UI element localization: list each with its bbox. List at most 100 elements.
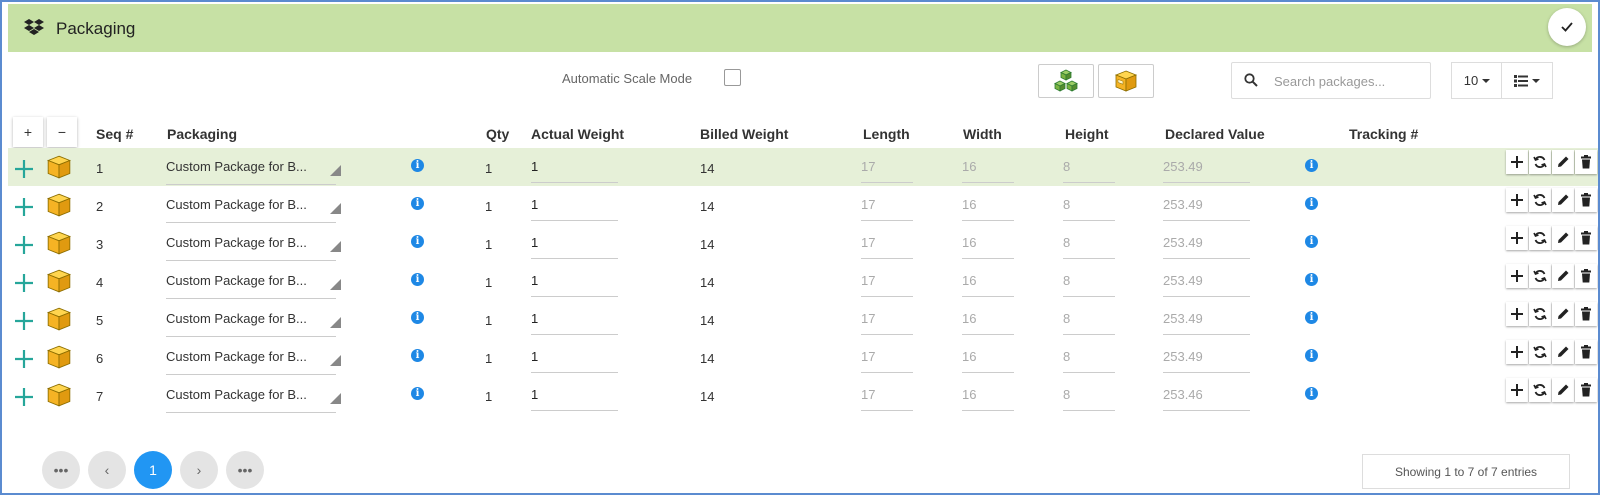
row-add-button[interactable] bbox=[1506, 378, 1528, 402]
table-row[interactable]: 7 Custom Package for B... i 1 1 14 17 16 8 253.46… bbox=[8, 376, 1598, 414]
height-input[interactable]: 8 bbox=[1063, 197, 1070, 212]
row-delete-button[interactable] bbox=[1575, 188, 1597, 212]
row-add-button[interactable] bbox=[1506, 340, 1528, 364]
width-input[interactable]: 16 bbox=[962, 311, 976, 326]
add-item-icon[interactable] bbox=[14, 197, 34, 217]
table-row[interactable]: 3 Custom Package for B... i 1 1 14 17 16 8 253.49… bbox=[8, 224, 1598, 262]
declared-value-info-icon[interactable]: i bbox=[1305, 273, 1318, 286]
actual-weight-input[interactable]: 1 bbox=[531, 273, 538, 288]
collapse-all-button[interactable]: − bbox=[47, 117, 77, 147]
actual-weight-input[interactable]: 1 bbox=[531, 159, 538, 174]
column-header-actual-weight[interactable]: Actual Weight bbox=[531, 126, 624, 142]
declared-value-input[interactable]: 253.49 bbox=[1163, 273, 1203, 288]
select-arrow-icon[interactable] bbox=[330, 203, 341, 214]
auto-scale-checkbox[interactable] bbox=[724, 69, 741, 86]
actual-weight-input[interactable]: 1 bbox=[531, 235, 538, 250]
row-delete-button[interactable] bbox=[1575, 378, 1597, 402]
column-header-billed-weight[interactable]: Billed Weight bbox=[700, 126, 788, 142]
add-item-icon[interactable] bbox=[14, 349, 34, 369]
length-input[interactable]: 17 bbox=[861, 349, 875, 364]
row-add-button[interactable] bbox=[1506, 226, 1528, 250]
select-arrow-icon[interactable] bbox=[330, 241, 341, 252]
declared-value-info-icon[interactable]: i bbox=[1305, 349, 1318, 362]
row-add-button[interactable] bbox=[1506, 188, 1528, 212]
select-arrow-icon[interactable] bbox=[330, 393, 341, 404]
row-delete-button[interactable] bbox=[1575, 226, 1597, 250]
row-delete-button[interactable] bbox=[1575, 302, 1597, 326]
column-header-width[interactable]: Width bbox=[963, 126, 1002, 142]
row-refresh-button[interactable] bbox=[1529, 340, 1551, 364]
search-input[interactable] bbox=[1272, 71, 1426, 91]
height-input[interactable]: 8 bbox=[1063, 311, 1070, 326]
last-page-button[interactable]: ••• bbox=[226, 451, 264, 489]
declared-value-info-icon[interactable]: i bbox=[1305, 159, 1318, 172]
packaging-select[interactable]: Custom Package for B... bbox=[166, 235, 307, 250]
declared-value-input[interactable]: 253.49 bbox=[1163, 197, 1203, 212]
column-header-packaging[interactable]: Packaging bbox=[167, 126, 237, 142]
actual-weight-input[interactable]: 1 bbox=[531, 349, 538, 364]
width-input[interactable]: 16 bbox=[962, 387, 976, 402]
declared-value-info-icon[interactable]: i bbox=[1305, 387, 1318, 400]
actual-weight-input[interactable]: 1 bbox=[531, 311, 538, 326]
packaging-info-icon[interactable]: i bbox=[411, 159, 424, 172]
select-arrow-icon[interactable] bbox=[330, 355, 341, 366]
row-edit-button[interactable] bbox=[1552, 264, 1574, 288]
select-arrow-icon[interactable] bbox=[330, 317, 341, 328]
length-input[interactable]: 17 bbox=[861, 235, 875, 250]
table-row[interactable]: 1 Custom Package for B... i 1 1 14 17 16 8 253.49… bbox=[8, 148, 1598, 186]
expand-all-button[interactable]: + bbox=[13, 117, 43, 147]
row-delete-button[interactable] bbox=[1575, 264, 1597, 288]
width-input[interactable]: 16 bbox=[962, 273, 976, 288]
table-row[interactable]: 2 Custom Package for B... i 1 1 14 17 16 8 253.49… bbox=[8, 186, 1598, 224]
column-header-tracking[interactable]: Tracking # bbox=[1349, 126, 1418, 142]
column-header-declared-value[interactable]: Declared Value bbox=[1165, 126, 1265, 142]
row-refresh-button[interactable] bbox=[1529, 378, 1551, 402]
declared-value-info-icon[interactable]: i bbox=[1305, 235, 1318, 248]
packaging-select[interactable]: Custom Package for B... bbox=[166, 311, 307, 326]
table-row[interactable]: 5 Custom Package for B... i 1 1 14 17 16 8 253.49… bbox=[8, 300, 1598, 338]
add-item-icon[interactable] bbox=[14, 387, 34, 407]
view-mode-button[interactable] bbox=[1501, 62, 1553, 99]
row-add-button[interactable] bbox=[1506, 264, 1528, 288]
declared-value-input[interactable]: 253.49 bbox=[1163, 349, 1203, 364]
select-arrow-icon[interactable] bbox=[330, 279, 341, 290]
length-input[interactable]: 17 bbox=[861, 273, 875, 288]
declared-value-input[interactable]: 253.49 bbox=[1163, 311, 1203, 326]
column-header-qty[interactable]: Qty bbox=[486, 126, 509, 142]
row-refresh-button[interactable] bbox=[1529, 264, 1551, 288]
declared-value-input[interactable]: 253.49 bbox=[1163, 159, 1203, 174]
previous-page-button[interactable]: ‹ bbox=[88, 451, 126, 489]
row-refresh-button[interactable] bbox=[1529, 302, 1551, 326]
add-item-icon[interactable] bbox=[14, 235, 34, 255]
row-edit-button[interactable] bbox=[1552, 340, 1574, 364]
next-page-button[interactable]: › bbox=[180, 451, 218, 489]
width-input[interactable]: 16 bbox=[962, 159, 976, 174]
table-row[interactable]: 6 Custom Package for B... i 1 1 14 17 16 8 253.49… bbox=[8, 338, 1598, 376]
width-input[interactable]: 16 bbox=[962, 235, 976, 250]
declared-value-info-icon[interactable]: i bbox=[1305, 197, 1318, 210]
row-edit-button[interactable] bbox=[1552, 302, 1574, 326]
length-input[interactable]: 17 bbox=[861, 159, 875, 174]
row-refresh-button[interactable] bbox=[1529, 226, 1551, 250]
row-delete-button[interactable] bbox=[1575, 340, 1597, 364]
packaging-select[interactable]: Custom Package for B... bbox=[166, 273, 307, 288]
packaging-select[interactable]: Custom Package for B... bbox=[166, 387, 307, 402]
add-package-button[interactable] bbox=[1098, 64, 1154, 98]
add-item-icon[interactable] bbox=[14, 159, 34, 179]
packaging-select[interactable]: Custom Package for B... bbox=[166, 159, 307, 174]
height-input[interactable]: 8 bbox=[1063, 349, 1070, 364]
pack-items-button[interactable] bbox=[1038, 64, 1094, 98]
add-item-icon[interactable] bbox=[14, 311, 34, 331]
packaging-info-icon[interactable]: i bbox=[411, 311, 424, 324]
length-input[interactable]: 17 bbox=[861, 387, 875, 402]
row-edit-button[interactable] bbox=[1552, 188, 1574, 212]
column-header-length[interactable]: Length bbox=[863, 126, 910, 142]
height-input[interactable]: 8 bbox=[1063, 235, 1070, 250]
packaging-info-icon[interactable]: i bbox=[411, 273, 424, 286]
select-arrow-icon[interactable] bbox=[330, 165, 341, 176]
page-1-button[interactable]: 1 bbox=[134, 451, 172, 489]
declared-value-input[interactable]: 253.49 bbox=[1163, 235, 1203, 250]
declared-value-info-icon[interactable]: i bbox=[1305, 311, 1318, 324]
table-row[interactable]: 4 Custom Package for B... i 1 1 14 17 16 8 253.49… bbox=[8, 262, 1598, 300]
confirm-button[interactable] bbox=[1548, 8, 1586, 46]
